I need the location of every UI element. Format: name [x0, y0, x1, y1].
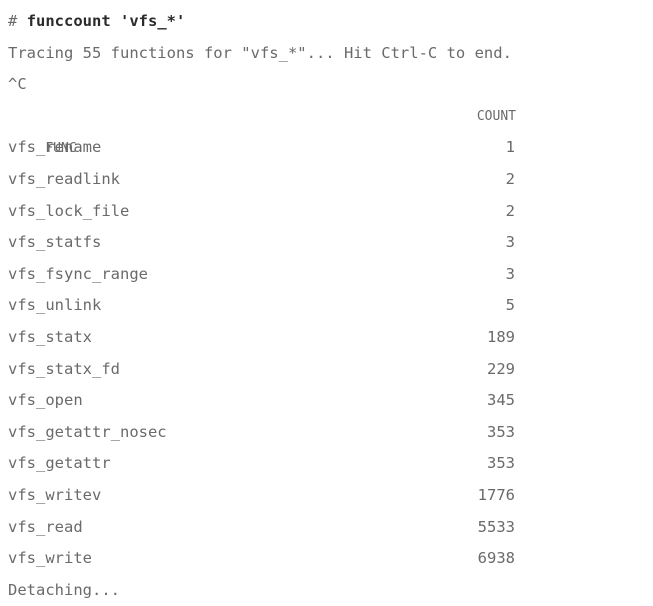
table-row: vfs_statfs 3	[8, 227, 653, 259]
func-count: 345	[487, 391, 515, 410]
table-row: vfs_fsync_range 3	[8, 259, 653, 291]
command-text: funccount 'vfs_*'	[26, 12, 186, 30]
func-name: vfs_statx	[8, 327, 92, 346]
interrupt-line: ^C	[8, 75, 27, 94]
func-name: vfs_getattr_nosec	[8, 422, 167, 441]
table-row: vfs_statx_fd 229	[8, 354, 653, 386]
func-count: 2	[505, 169, 515, 188]
func-count: 3	[505, 233, 515, 252]
table-row: vfs_getattr_nosec 353	[8, 417, 653, 449]
func-name: vfs_lock_file	[8, 201, 130, 220]
table-row: vfs_write 6938	[8, 543, 653, 575]
func-count: 353	[487, 422, 515, 441]
func-name: vfs_unlink	[8, 296, 102, 315]
func-count: 229	[487, 359, 515, 378]
table-row: vfs_rename 1	[8, 132, 653, 164]
table-row: vfs_unlink 5	[8, 290, 653, 322]
table-row: vfs_getattr 353	[8, 448, 653, 480]
table-header: FUNC COUNT	[8, 101, 653, 157]
prompt-symbol: #	[8, 12, 18, 30]
table-row: vfs_statx 189	[8, 322, 653, 354]
func-name: vfs_fsync_range	[8, 264, 148, 283]
column-header-count: COUNT	[476, 108, 516, 124]
func-count: 5	[505, 296, 515, 315]
func-count: 3	[505, 264, 515, 283]
func-count: 189	[487, 327, 515, 346]
table-body: vfs_rename 1 vfs_readlink 2 vfs_lock_file 2 vf…	[8, 132, 653, 574]
table-row: vfs_writev 1776	[8, 480, 653, 512]
table-row: vfs_open 345	[8, 385, 653, 417]
func-count: 5533	[477, 517, 515, 536]
table-row: vfs_readlink 2	[8, 164, 653, 196]
func-name: vfs_read	[8, 517, 83, 536]
func-name: vfs_write	[8, 549, 92, 568]
table-row: vfs_read 5533	[8, 512, 653, 544]
func-count: 1776	[477, 485, 515, 504]
func-name: vfs_getattr	[8, 454, 111, 473]
terminal-output: # funccount 'vfs_*' Tracing 55 functions…	[0, 0, 653, 606]
func-name: vfs_writev	[8, 485, 102, 504]
func-name: vfs_open	[8, 391, 83, 410]
func-count: 6938	[477, 549, 515, 568]
func-count: 2	[505, 201, 515, 220]
command-line: # funccount 'vfs_*'	[8, 6, 653, 38]
func-name: vfs_statfs	[8, 233, 102, 252]
func-count: 1	[505, 138, 515, 157]
table-row: vfs_lock_file 2	[8, 196, 653, 228]
func-name: vfs_rename	[8, 138, 102, 157]
func-name: vfs_statx_fd	[8, 359, 120, 378]
footer-message: Detaching...	[8, 580, 120, 599]
func-count: 353	[487, 454, 515, 473]
tracing-message: Tracing 55 functions for "vfs_*"... Hit …	[8, 43, 512, 62]
func-name: vfs_readlink	[8, 169, 120, 188]
